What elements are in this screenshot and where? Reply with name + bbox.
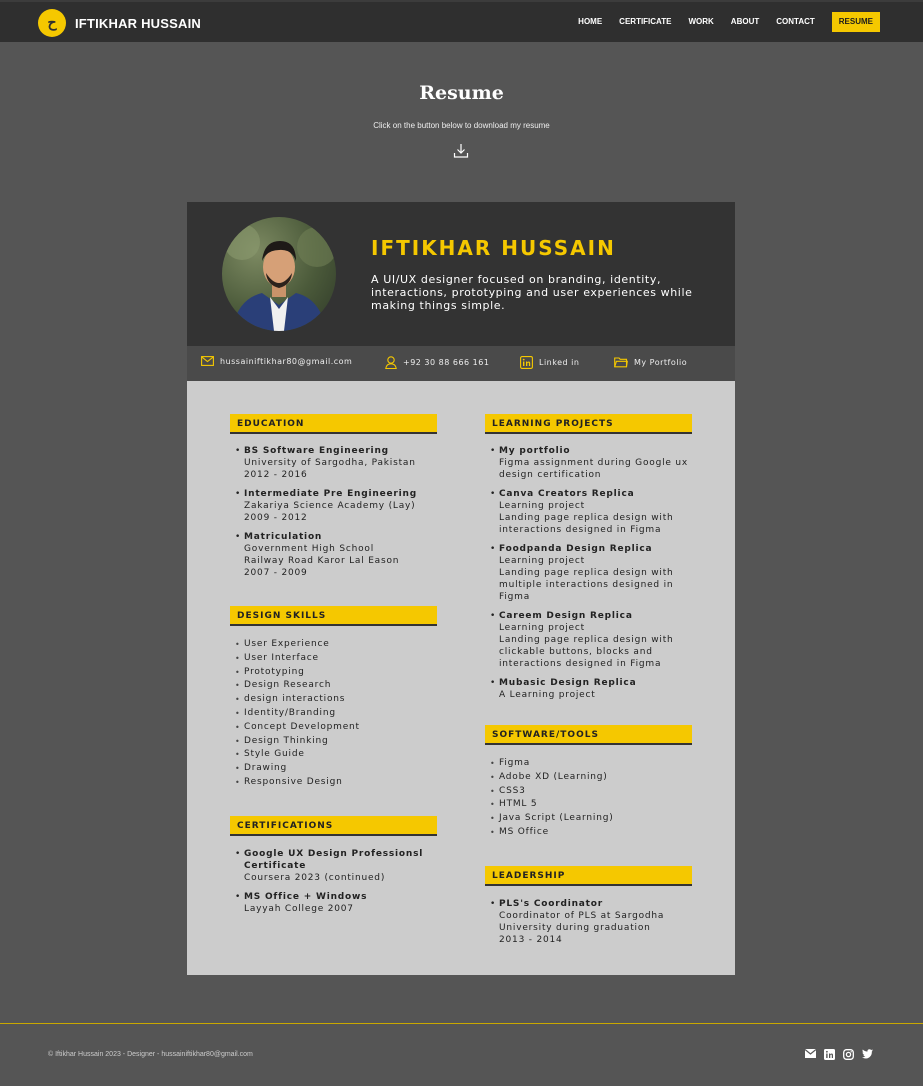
logo-icon[interactable]: ح <box>38 9 66 37</box>
resume-header: IFTIKHAR HUSSAIN A UI/UX designer focuse… <box>187 202 735 346</box>
portfolio-contact[interactable]: My Portfolio <box>614 356 687 368</box>
list-item: Mubasic Design Replica A Learning projec… <box>485 677 690 701</box>
nav-link-resume[interactable]: RESUME <box>831 12 880 32</box>
list-item: Responsive Design <box>230 776 445 790</box>
software-tools-heading: SOFTWARE/TOOLS <box>485 725 692 745</box>
list-item: BS Software Engineering University of Sa… <box>230 445 445 481</box>
list-item: Intermediate Pre Engineering Zakariya Sc… <box>230 488 445 524</box>
nav-link-work[interactable]: WORK <box>688 12 713 32</box>
list-item: Prototyping <box>230 666 445 680</box>
list-item: Adobe XD (Learning) <box>485 771 690 785</box>
nav-menu: HOME CERTIFICATE WORK ABOUT CONTACT RESU… <box>561 12 880 32</box>
list-item: design interactions <box>230 693 445 707</box>
page-title: Resume <box>419 82 504 104</box>
list-item: Design Research <box>230 679 445 693</box>
download-resume-button[interactable] <box>453 143 469 159</box>
nav-link-about[interactable]: ABOUT <box>731 12 759 32</box>
list-item: HTML 5 <box>485 798 690 812</box>
contact-bar: hussainiftikhar80@gmail.com +92 30 88 66… <box>187 346 735 381</box>
learning-projects-heading: LEARNING PROJECTS <box>485 414 692 434</box>
list-item: My portfolio Figma assignment during Goo… <box>485 445 690 481</box>
resume-name: IFTIKHAR HUSSAIN <box>371 236 616 260</box>
list-item: Matriculation Government High School Rai… <box>230 531 445 579</box>
list-item: User Interface <box>230 652 445 666</box>
list-item: MS Office + Windows Layyah College 2007 <box>230 891 430 915</box>
resume-card: IFTIKHAR HUSSAIN A UI/UX designer focuse… <box>187 202 735 975</box>
linkedin-icon[interactable] <box>824 1049 835 1060</box>
brand-name[interactable]: IFTIKHAR HUSSAIN <box>75 16 201 31</box>
list-item: Drawing <box>230 762 445 776</box>
list-item: Careem Design Replica Learning project L… <box>485 610 690 670</box>
page-subtitle: Click on the button below to download my… <box>373 121 550 130</box>
instagram-icon[interactable] <box>843 1049 854 1060</box>
list-item: Identity/Branding <box>230 707 445 721</box>
email-contact[interactable]: hussainiftikhar80@gmail.com <box>201 356 352 366</box>
list-item: CSS3 <box>485 785 690 799</box>
software-tools-list: Figma Adobe XD (Learning) CSS3 HTML 5 Ja… <box>485 757 690 840</box>
folder-icon <box>614 357 628 368</box>
list-item: Design Thinking <box>230 735 445 749</box>
mail-icon[interactable] <box>805 1049 816 1060</box>
mail-icon <box>201 356 214 366</box>
list-item: MS Office <box>485 826 690 840</box>
footer-divider <box>0 1023 923 1024</box>
phone-contact[interactable]: +92 30 88 666 161 <box>385 356 489 369</box>
certifications-list: Google UX Design Professionsl Certificat… <box>230 848 430 922</box>
education-heading: EDUCATION <box>230 414 437 434</box>
social-links <box>797 1049 873 1060</box>
resume-tagline: A UI/UX designer focused on branding, id… <box>371 273 693 312</box>
design-skills-heading: DESIGN SKILLS <box>230 606 437 626</box>
list-item: PLS's Coordinator Coordinator of PLS at … <box>485 898 675 946</box>
linkedin-text: Linked in <box>539 358 580 367</box>
design-skills-list: User Experience User Interface Prototypi… <box>230 638 445 790</box>
leadership-list: PLS's Coordinator Coordinator of PLS at … <box>485 898 675 953</box>
person-icon <box>385 356 397 369</box>
nav-link-contact[interactable]: CONTACT <box>776 12 815 32</box>
profile-photo <box>222 217 336 331</box>
linkedin-icon <box>520 356 533 369</box>
twitter-icon[interactable] <box>862 1049 873 1060</box>
email-text: hussainiftikhar80@gmail.com <box>220 356 353 366</box>
portfolio-text: My Portfolio <box>634 357 688 367</box>
footer-copyright: © Iftikhar Hussain 2023 - Designer - hus… <box>48 1051 253 1058</box>
list-item: Figma <box>485 757 690 771</box>
list-item: Concept Development <box>230 721 445 735</box>
nav-link-certificate[interactable]: CERTIFICATE <box>619 12 671 32</box>
learning-projects-list: My portfolio Figma assignment during Goo… <box>485 445 690 708</box>
nav-link-home[interactable]: HOME <box>578 12 602 32</box>
leadership-heading: LEADERSHIP <box>485 866 692 886</box>
list-item: User Experience <box>230 638 445 652</box>
phone-text: +92 30 88 666 161 <box>403 358 490 367</box>
linkedin-contact[interactable]: Linked in <box>520 356 579 369</box>
top-navbar: ح IFTIKHAR HUSSAIN HOME CERTIFICATE WORK… <box>0 0 923 42</box>
list-item: Java Script (Learning) <box>485 812 690 826</box>
list-item: Style Guide <box>230 748 445 762</box>
certifications-heading: CERTIFICATIONS <box>230 816 437 836</box>
list-item: Foodpanda Design Replica Learning projec… <box>485 543 690 603</box>
list-item: Google UX Design Professionsl Certificat… <box>230 848 430 884</box>
education-list: BS Software Engineering University of Sa… <box>230 445 445 586</box>
download-icon <box>453 144 469 158</box>
list-item: Canva Creators Replica Learning project … <box>485 488 690 536</box>
